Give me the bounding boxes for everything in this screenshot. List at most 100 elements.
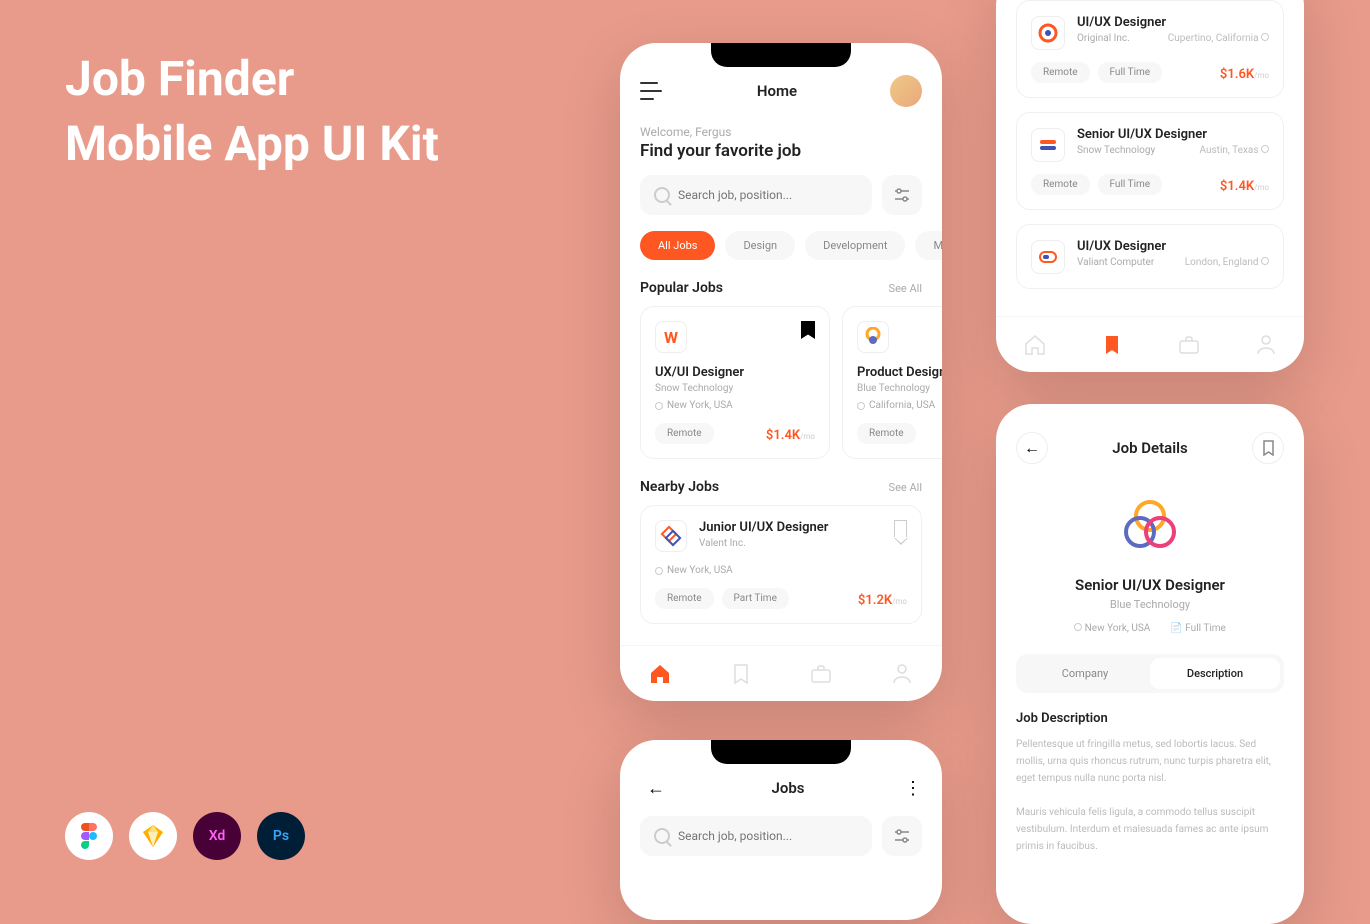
more-icon[interactable]: ⋮ bbox=[904, 778, 922, 799]
company-logo bbox=[1031, 16, 1065, 50]
see-all-link[interactable]: See All bbox=[889, 481, 922, 494]
sketch-icon bbox=[129, 812, 177, 860]
job-title: UI/UX Designer bbox=[1077, 15, 1269, 30]
job-location: Cupertino, California bbox=[1168, 33, 1269, 50]
tab-description[interactable]: Description bbox=[1150, 658, 1280, 689]
pin-icon bbox=[1261, 145, 1269, 153]
company-logo: W bbox=[655, 321, 687, 353]
job-card[interactable]: W UX/UI Designer Snow Technology New Yor… bbox=[640, 306, 830, 459]
pin-icon bbox=[857, 402, 865, 410]
search-box[interactable] bbox=[640, 816, 872, 856]
job-tag: Remote bbox=[655, 423, 714, 444]
notch bbox=[711, 43, 851, 67]
tool-icons-row: Xd Ps bbox=[65, 812, 305, 860]
tab-company[interactable]: Company bbox=[1020, 658, 1150, 689]
job-tag: Remote bbox=[655, 588, 714, 609]
nav-briefcase-icon[interactable] bbox=[809, 662, 833, 686]
job-location: London, England bbox=[1185, 257, 1269, 274]
nav-briefcase-icon[interactable] bbox=[1177, 333, 1201, 357]
company-name: Valiant Computer bbox=[1077, 257, 1154, 268]
job-title: UI/UX Designer bbox=[1077, 239, 1269, 254]
company-name: Blue Technology bbox=[857, 383, 942, 394]
jobs-screen: ← Jobs ⋮ bbox=[620, 740, 942, 920]
chip-marketing[interactable]: Marketing bbox=[915, 231, 942, 260]
company-name: Original Inc. bbox=[1077, 33, 1130, 44]
company-name: Valent Inc. bbox=[699, 538, 882, 549]
company-logo bbox=[857, 321, 889, 353]
home-screen: Home Welcome, Fergus Find your favorite … bbox=[620, 43, 942, 701]
filter-button[interactable] bbox=[882, 816, 922, 856]
saved-job-card[interactable]: UI/UX Designer Original Inc. Cupertino, C… bbox=[1016, 0, 1284, 98]
notch bbox=[711, 740, 851, 764]
chip-design[interactable]: Design bbox=[725, 231, 795, 260]
job-location: New York, USA bbox=[655, 565, 907, 576]
nav-profile-icon[interactable] bbox=[890, 662, 914, 686]
pin-icon bbox=[655, 402, 663, 410]
job-title: Senior UI/UX Designer bbox=[996, 576, 1304, 594]
job-title: Senior UI/UX Designer bbox=[1077, 127, 1269, 142]
pin-icon bbox=[655, 567, 663, 575]
job-location: Austin, Texas bbox=[1200, 145, 1269, 162]
search-icon bbox=[654, 828, 670, 844]
bottom-nav bbox=[996, 316, 1304, 372]
screen-title: Home bbox=[757, 82, 797, 100]
saved-screen: UI/UX Designer Original Inc. Cupertino, C… bbox=[996, 0, 1304, 372]
chip-all-jobs[interactable]: All Jobs bbox=[640, 231, 715, 260]
ps-icon: Ps bbox=[257, 812, 305, 860]
job-tag: Part Time bbox=[722, 588, 789, 609]
details-screen: ← Job Details Senior UI/UX Designer Blue… bbox=[996, 404, 1304, 924]
search-icon bbox=[654, 187, 670, 203]
screen-title: Job Details bbox=[1112, 439, 1187, 457]
job-tag: Remote bbox=[1031, 174, 1090, 195]
description-heading: Job Description bbox=[996, 711, 1304, 736]
nav-profile-icon[interactable] bbox=[1254, 333, 1278, 357]
back-button[interactable]: ← bbox=[640, 772, 672, 804]
nav-bookmark-icon[interactable] bbox=[1100, 333, 1124, 357]
salary: $1.4K bbox=[766, 428, 800, 443]
job-tag: Full Time bbox=[1098, 62, 1163, 83]
job-card[interactable]: Product Designer Blue Technology Califor… bbox=[842, 306, 942, 459]
company-logo bbox=[1114, 490, 1186, 562]
company-logo bbox=[1031, 128, 1065, 162]
salary: $1.6K bbox=[1220, 67, 1254, 82]
salary: $1.2K bbox=[858, 593, 892, 608]
pin-icon bbox=[1261, 33, 1269, 41]
job-tag: Full Time bbox=[1098, 174, 1163, 195]
search-input[interactable] bbox=[678, 829, 858, 843]
xd-icon: Xd bbox=[193, 812, 241, 860]
figma-icon bbox=[65, 812, 113, 860]
job-title: Product Designer bbox=[857, 365, 942, 380]
company-logo bbox=[1031, 240, 1065, 274]
filter-button[interactable] bbox=[882, 175, 922, 215]
saved-job-card[interactable]: UI/UX Designer Valiant Computer London, E… bbox=[1016, 224, 1284, 289]
job-tag: Remote bbox=[1031, 62, 1090, 83]
job-title: Junior UI/UX Designer bbox=[699, 520, 882, 535]
job-tag: Remote bbox=[857, 423, 916, 444]
search-input[interactable] bbox=[678, 188, 858, 202]
bookmark-button[interactable] bbox=[1252, 432, 1284, 464]
see-all-link[interactable]: See All bbox=[889, 282, 922, 295]
job-location: California, USA bbox=[857, 400, 942, 411]
company-name: Snow Technology bbox=[655, 383, 815, 394]
nav-home-icon[interactable] bbox=[648, 662, 672, 686]
nav-home-icon[interactable] bbox=[1023, 333, 1047, 357]
menu-icon[interactable] bbox=[640, 82, 664, 100]
nearby-job-card[interactable]: Junior UI/UX Designer Valent Inc. New Yo… bbox=[640, 505, 922, 624]
nav-bookmark-icon[interactable] bbox=[729, 662, 753, 686]
back-button[interactable]: ← bbox=[1016, 432, 1048, 464]
avatar[interactable] bbox=[890, 75, 922, 107]
bottom-nav bbox=[620, 645, 942, 701]
chip-development[interactable]: Development bbox=[805, 231, 905, 260]
nearby-jobs-title: Nearby Jobs bbox=[640, 479, 719, 495]
company-name: Snow Technology bbox=[1077, 145, 1155, 156]
pin-icon bbox=[1074, 623, 1082, 631]
description-text: Pellentesque ut fringilla metus, sed lob… bbox=[996, 736, 1304, 855]
hero-line-1: Job Finder bbox=[65, 47, 439, 112]
bookmark-icon[interactable] bbox=[894, 520, 907, 537]
bookmark-icon[interactable] bbox=[801, 321, 815, 339]
search-box[interactable] bbox=[640, 175, 872, 215]
hero-line-2: Mobile App UI Kit bbox=[65, 112, 439, 177]
saved-job-card[interactable]: Senior UI/UX Designer Snow Technology Aus… bbox=[1016, 112, 1284, 210]
screen-title: Jobs bbox=[772, 779, 805, 797]
job-location: New York, USA bbox=[655, 400, 815, 411]
